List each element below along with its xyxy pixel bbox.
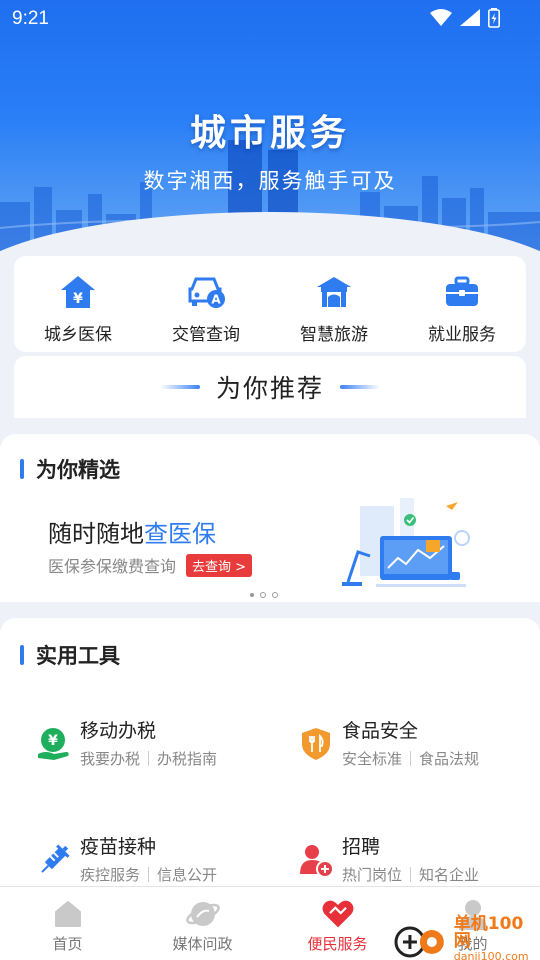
quick-link-label: 智慧旅游 — [300, 325, 368, 345]
quick-link-traffic[interactable]: A 交管查询 — [142, 256, 270, 352]
tool-link[interactable]: 我要办税 — [80, 748, 140, 769]
tool-vaccination[interactable]: 疫苗接种 疾控服务 信息公开 — [36, 832, 296, 892]
tool-links: 疾控服务 信息公开 — [80, 864, 217, 885]
tool-link[interactable]: 疾控服务 — [80, 864, 140, 885]
tool-name: 疫苗接种 — [80, 836, 157, 858]
quick-link-label: 城乡医保 — [44, 325, 112, 345]
carousel-dots[interactable] — [250, 592, 278, 598]
medical-insurance-icon: ¥ — [58, 272, 98, 312]
picks-heading: 为你精选 — [20, 454, 120, 484]
hero-banner: 9:21 城市服务 数字湘西，服务触手可及 — [0, 0, 540, 262]
tools-heading-text: 实用工具 — [36, 644, 120, 668]
tool-link[interactable]: 知名企业 — [419, 864, 479, 885]
planet-icon — [185, 897, 220, 931]
quick-link-tourism[interactable]: 智慧旅游 — [270, 256, 398, 352]
banner-subtitle-row: 医保参保缴费查询 去查询 > — [48, 553, 253, 577]
pavilion-icon — [314, 272, 354, 312]
tools-heading: 实用工具 — [20, 640, 120, 670]
svg-text:A: A — [211, 293, 221, 307]
food-safety-shield-icon — [302, 728, 330, 760]
nav-services[interactable]: 便民服务 — [270, 887, 405, 960]
briefcase-icon — [442, 272, 482, 312]
heart-hands-icon — [321, 897, 355, 931]
tool-links: 热门岗位 知名企业 — [342, 864, 479, 885]
status-bar: 9:21 — [0, 0, 540, 36]
recommend-header: 为你推荐 — [14, 356, 526, 418]
svg-text:¥: ¥ — [48, 733, 58, 749]
recruit-person-icon — [300, 845, 334, 878]
quick-link-employment[interactable]: 就业服务 — [398, 256, 526, 352]
query-button[interactable]: 去查询 > — [186, 553, 253, 577]
svg-text:¥: ¥ — [73, 291, 83, 307]
quick-link-medical-insurance[interactable]: ¥ 城乡医保 — [14, 256, 142, 352]
divider — [148, 867, 150, 882]
banner-title[interactable]: 随时随地查医保 — [48, 514, 216, 549]
tool-link[interactable]: 食品法规 — [419, 748, 479, 769]
decor-line-left — [159, 385, 200, 389]
decor-line-right — [340, 385, 380, 389]
quick-links: ¥ 城乡医保 A 交管查询 智慧旅游 就业服务 — [14, 256, 526, 352]
tool-food-safety[interactable]: 食品安全 安全标准 食品法规 — [298, 716, 540, 776]
heading-accent-bar — [20, 459, 24, 479]
watermark-logo-icon — [394, 926, 444, 957]
tools-section: 实用工具 ¥ 移动办税 我要办税 办税指南 食品安全 安全标准 食品法规 疫苗接种 … — [0, 618, 540, 888]
tool-recruitment[interactable]: 招聘 热门岗位 知名企业 — [298, 832, 540, 892]
banner-title-prefix: 随时随地 — [48, 520, 144, 548]
tool-link[interactable]: 办税指南 — [157, 748, 217, 769]
battery-icon — [488, 8, 500, 28]
status-time: 9:21 — [12, 8, 49, 29]
carousel-dot[interactable] — [260, 592, 266, 598]
nav-label: 媒体问政 — [172, 935, 233, 953]
banner-illustration — [342, 498, 470, 587]
carousel-dot[interactable] — [272, 592, 278, 598]
watermark-text: 单机100网 — [453, 914, 524, 951]
nav-home[interactable]: 首页 — [0, 887, 135, 960]
nav-label: 首页 — [52, 935, 83, 953]
hero-title: 城市服务 — [189, 113, 350, 154]
divider — [410, 867, 412, 882]
tool-link[interactable]: 信息公开 — [157, 864, 217, 885]
divider — [148, 751, 150, 766]
tool-mobile-tax[interactable]: ¥ 移动办税 我要办税 办税指南 — [36, 716, 296, 776]
nav-media[interactable]: 媒体问政 — [135, 887, 270, 960]
picks-section: 为你精选 随时随地查医保 医保参保缴费查询 去查询 > — [0, 434, 540, 602]
watermark: 单机100网 danji100.com — [392, 916, 540, 960]
tool-name: 移动办税 — [80, 720, 157, 742]
tool-name: 招聘 — [342, 836, 381, 858]
banner-subtitle: 医保参保缴费查询 — [48, 557, 177, 576]
heading-accent-bar — [20, 645, 24, 665]
quick-link-label: 就业服务 — [428, 325, 496, 345]
tool-link[interactable]: 安全标准 — [342, 748, 402, 769]
carousel-dot[interactable] — [250, 593, 254, 597]
recommend-title: 为你推荐 — [215, 374, 324, 403]
home-icon — [51, 897, 85, 931]
tax-icon: ¥ — [38, 728, 69, 760]
vaccine-syringe-icon — [41, 844, 70, 873]
tool-link[interactable]: 热门岗位 — [342, 864, 402, 885]
banner-title-highlight: 查医保 — [144, 520, 216, 548]
car-icon: A — [186, 272, 226, 312]
picks-heading-text: 为你精选 — [36, 458, 120, 482]
wifi-icon — [430, 9, 452, 26]
tool-links: 安全标准 食品法规 — [342, 748, 479, 769]
signal-icon — [460, 9, 480, 26]
watermark-url: danji100.com — [453, 950, 529, 960]
quick-link-label: 交管查询 — [172, 325, 240, 345]
divider — [410, 751, 412, 766]
tool-links: 我要办税 办税指南 — [80, 748, 217, 769]
tool-name: 食品安全 — [342, 720, 419, 742]
nav-label: 便民服务 — [307, 935, 368, 953]
hero-subtitle: 数字湘西，服务触手可及 — [143, 169, 397, 193]
